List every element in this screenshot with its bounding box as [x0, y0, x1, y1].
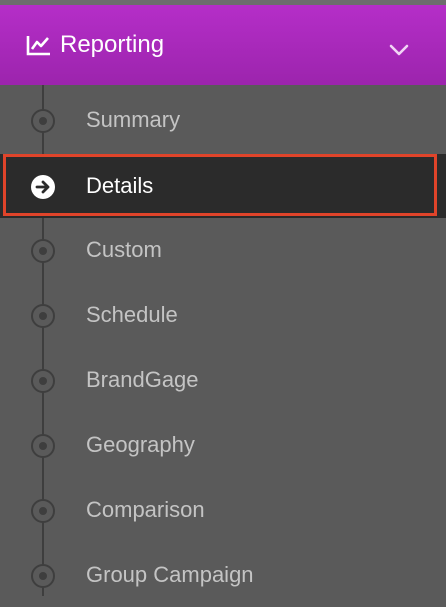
- menu-item-custom[interactable]: Custom: [0, 218, 446, 282]
- menu-item-geography[interactable]: Geography: [0, 413, 446, 477]
- menu-item-label: Comparison: [86, 497, 205, 522]
- menu-item-summary[interactable]: Summary: [0, 88, 446, 152]
- arrow-circle-right-icon: [31, 175, 55, 199]
- circle-bullet-icon: [31, 499, 55, 523]
- circle-bullet-icon: [31, 304, 55, 328]
- menu-item-label: Schedule: [86, 302, 178, 327]
- line-chart-icon: [26, 36, 50, 56]
- menu-item-group-campaign[interactable]: Group Campaign: [0, 543, 446, 607]
- reporting-section-header[interactable]: Reporting: [0, 5, 446, 85]
- menu-item-brandgage[interactable]: BrandGage: [0, 348, 446, 412]
- menu-item-label: Summary: [86, 107, 181, 132]
- menu-item-label: Details: [86, 173, 154, 198]
- menu-item-label: BrandGage: [86, 367, 199, 392]
- menu-item-schedule[interactable]: Schedule: [0, 283, 446, 347]
- circle-bullet-icon: [31, 369, 55, 393]
- circle-bullet-icon: [31, 434, 55, 458]
- reporting-submenu: Summary Details Custom Schedule BrandGag…: [0, 85, 446, 596]
- menu-item-label: Custom: [86, 237, 162, 262]
- menu-item-comparison[interactable]: Comparison: [0, 478, 446, 542]
- section-title: Reporting: [60, 31, 165, 58]
- circle-bullet-icon: [31, 564, 55, 588]
- chevron-down-icon[interactable]: [388, 43, 410, 57]
- menu-item-label: Group Campaign: [86, 562, 254, 587]
- circle-bullet-icon: [31, 109, 55, 133]
- menu-item-label: Geography: [86, 432, 195, 457]
- menu-item-details[interactable]: Details: [0, 154, 446, 218]
- circle-bullet-icon: [31, 239, 55, 263]
